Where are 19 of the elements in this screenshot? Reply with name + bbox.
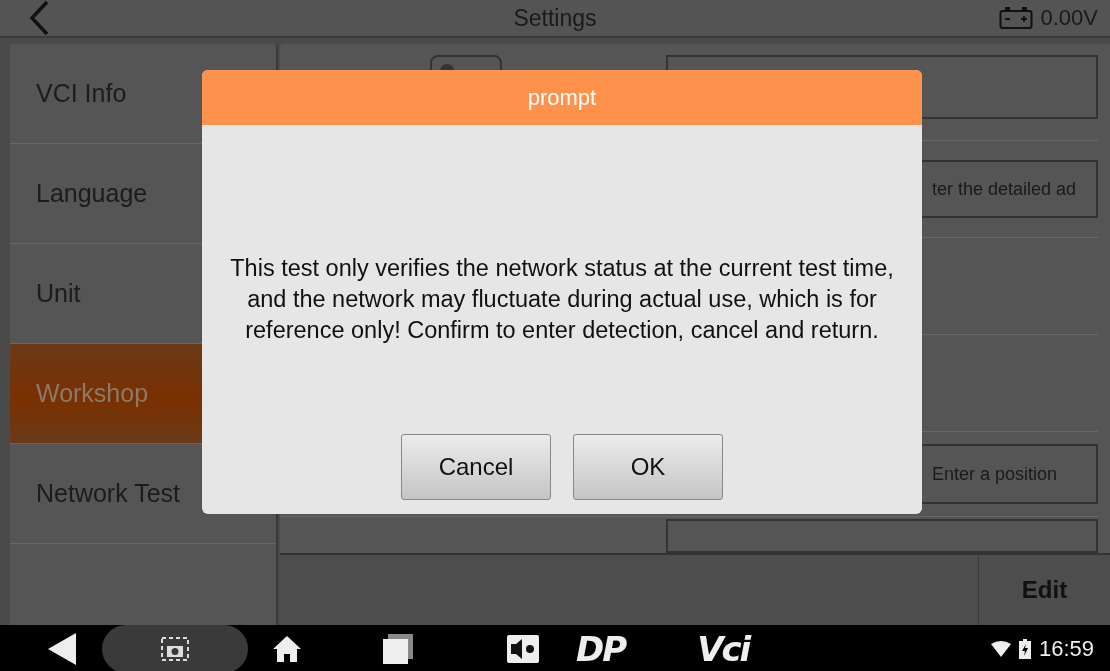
placeholder-text: ter the detailed ad bbox=[932, 178, 1077, 200]
ok-button[interactable]: OK bbox=[573, 434, 723, 500]
screenshot-button[interactable] bbox=[102, 625, 248, 671]
page-title: Settings bbox=[513, 4, 597, 32]
voltage-reading: 0.00V bbox=[1040, 5, 1098, 31]
battery-icon bbox=[1018, 639, 1031, 659]
wifi-icon bbox=[990, 641, 1011, 657]
back-icon[interactable] bbox=[46, 632, 78, 666]
cancel-button[interactable]: Cancel bbox=[401, 434, 551, 500]
input-field[interactable] bbox=[666, 519, 1098, 553]
battery-icon bbox=[998, 6, 1033, 30]
dp-logo: DP bbox=[576, 629, 626, 669]
camera-icon bbox=[160, 636, 190, 662]
clock-time: 16:59 bbox=[1038, 636, 1094, 662]
home-icon[interactable] bbox=[272, 635, 302, 663]
placeholder-text: Enter a position bbox=[932, 463, 1058, 485]
recent-apps-icon[interactable] bbox=[382, 633, 414, 665]
dialog-title: prompt bbox=[202, 70, 922, 125]
vci-logo: Vci bbox=[697, 629, 750, 669]
